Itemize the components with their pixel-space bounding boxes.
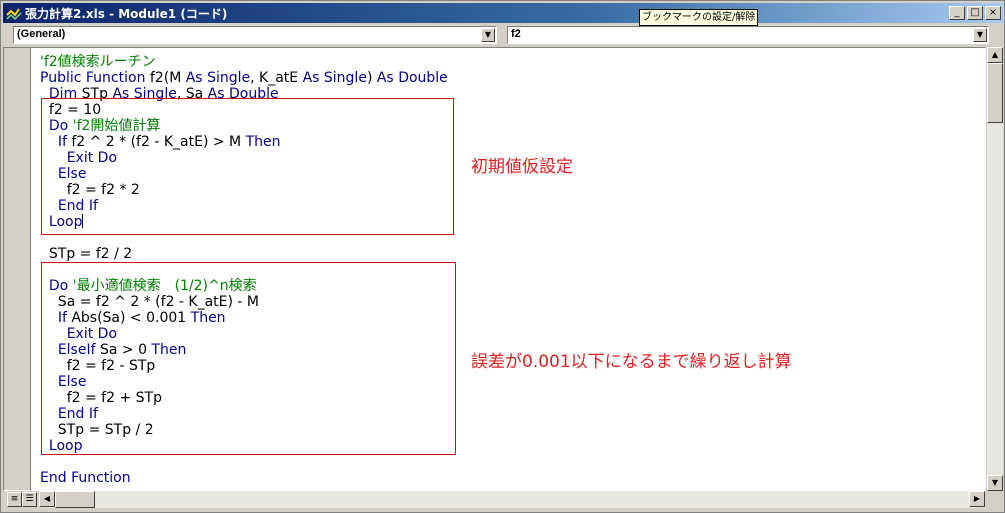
chevron-down-icon[interactable]: ▼ [481, 28, 495, 42]
full-module-view-icon[interactable]: ☰ [22, 492, 37, 507]
code-line[interactable] [40, 454, 448, 470]
maximize-button[interactable]: □ [967, 6, 983, 20]
scroll-right-icon[interactable]: ▶ [969, 491, 985, 507]
scroll-left-icon[interactable]: ◀ [39, 491, 55, 507]
chevron-down-icon[interactable]: ▼ [973, 28, 987, 42]
annotation-iteration: 誤差が0.001以下になるまで繰り返し計算 [471, 352, 792, 372]
code-line[interactable]: STp = f2 / 2 [40, 246, 448, 262]
object-combo-value: (General) [17, 28, 66, 40]
vertical-scroll-thumb[interactable] [987, 63, 1003, 123]
close-button[interactable]: × [985, 6, 1001, 20]
object-combo[interactable]: (General) ▼ [13, 26, 497, 44]
procedure-view-icon[interactable]: ≡ [7, 492, 22, 507]
vba-code-icon [6, 8, 22, 21]
vbe-code-window: 張力計算2.xls - Module1 (コード) ブックマークの設定/解除 _… [0, 0, 1005, 513]
title-bar[interactable]: 張力計算2.xls - Module1 (コード) ブックマークの設定/解除 _… [3, 3, 1003, 26]
highlight-box-loop [41, 262, 456, 455]
indicator-margin[interactable] [4, 48, 31, 490]
bottom-bar: ≡ ☰ ◀ ▶ [3, 491, 1003, 509]
code-line[interactable]: 'f2値検索ルーチン [40, 54, 448, 70]
code-line[interactable]: Public Function f2(M As Single, K_atE As… [40, 70, 448, 86]
procedure-combo-value: f2 [511, 28, 521, 40]
resize-grip[interactable] [986, 491, 1003, 508]
scroll-down-icon[interactable]: ▼ [987, 475, 1003, 491]
highlight-box-initial [41, 98, 454, 235]
annotation-initial-value: 初期値仮設定 [471, 157, 573, 177]
combo-bar: (General) ▼ f2 ▼ [3, 24, 1003, 46]
scroll-up-icon[interactable]: ▲ [987, 47, 1003, 63]
window-title: 張力計算2.xls - Module1 (コード) [25, 7, 228, 21]
horizontal-scrollbar[interactable]: ◀ ▶ [39, 491, 985, 508]
vertical-scrollbar[interactable]: ▲ ▼ [987, 47, 1003, 491]
code-line[interactable]: End Function [40, 470, 448, 486]
procedure-combo[interactable]: f2 ▼ [507, 26, 989, 44]
horizontal-scroll-thumb[interactable] [55, 491, 95, 508]
minimize-button[interactable]: _ [949, 6, 965, 20]
